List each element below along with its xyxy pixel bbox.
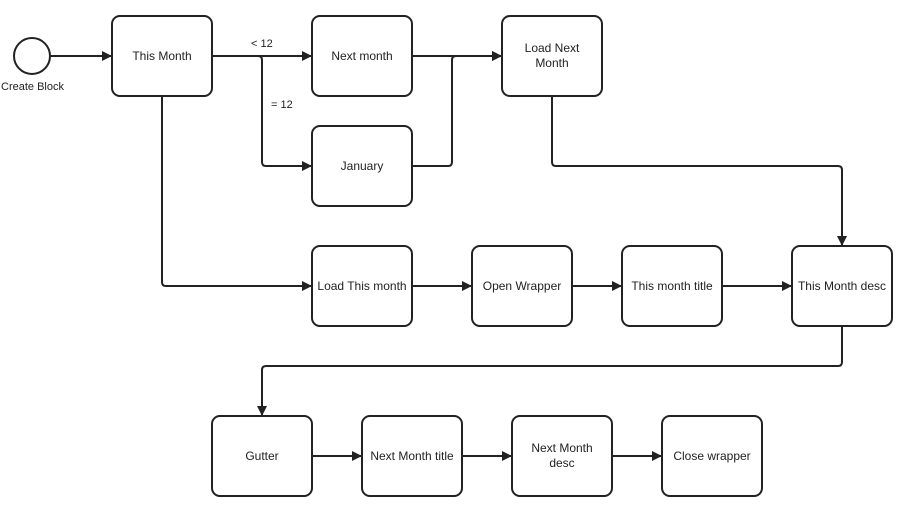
edge-label-less-than-12: < 12 [251, 38, 273, 50]
node-close-wrapper[interactable]: Close wrapper [661, 415, 763, 497]
node-load-next-month[interactable]: Load Next Month [501, 15, 603, 97]
edge-load-next-this-month-desc [551, 96, 847, 246]
start-node[interactable] [13, 37, 51, 75]
edge-this-month-january [212, 55, 312, 171]
node-next-month-title[interactable]: Next Month title [361, 415, 463, 497]
node-next-month-desc[interactable]: Next Month desc [511, 415, 613, 497]
node-january[interactable]: January [311, 125, 413, 207]
edge-label-equals-12: = 12 [271, 99, 293, 111]
node-next-month[interactable]: Next month [311, 15, 413, 97]
node-this-month-desc[interactable]: This Month desc [791, 245, 893, 327]
edge-this-month-load-this [161, 96, 312, 291]
node-gutter[interactable]: Gutter [211, 415, 313, 497]
node-open-wrapper[interactable]: Open Wrapper [471, 245, 573, 327]
node-this-month-title[interactable]: This month title [621, 245, 723, 327]
edge-january-load-next [412, 51, 502, 167]
edge-desc-gutter [257, 326, 843, 416]
node-load-this-month[interactable]: Load This month [311, 245, 413, 327]
node-this-month[interactable]: This Month [111, 15, 213, 97]
start-label: Create Block [1, 81, 64, 93]
